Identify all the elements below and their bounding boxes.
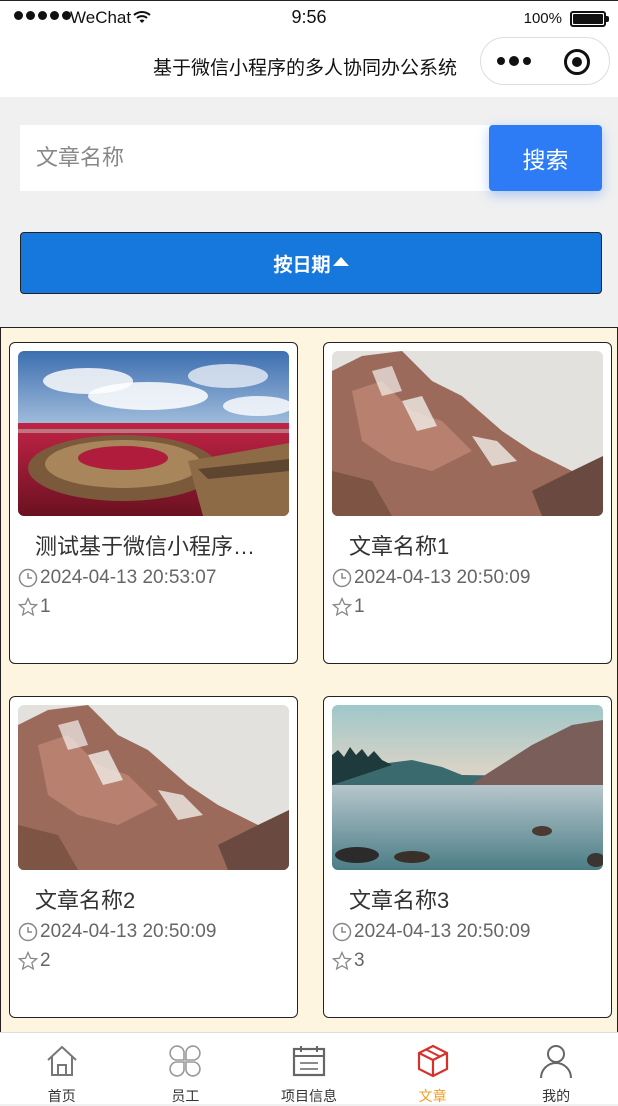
sort-up-arrow-icon: [332, 256, 349, 266]
article-date-text: 2024-04-13 20:50:09: [354, 921, 531, 942]
battery-percent: 100%: [523, 10, 562, 27]
tab-label: 员工: [171, 1088, 200, 1104]
sort-label: 按日期: [273, 254, 331, 276]
tab-label: 项目信息: [280, 1088, 337, 1104]
star-icon: [18, 951, 38, 971]
tab-label: 我的: [542, 1088, 571, 1104]
clock-icon: [18, 922, 38, 942]
clock-icon: [332, 922, 352, 942]
star-icon: [332, 951, 352, 971]
clock-icon: [18, 568, 38, 588]
article-date: 2024-04-13 20:50:09: [18, 921, 216, 943]
article-date-text: 2024-04-13 20:53:07: [40, 567, 217, 588]
article-favorites: 3: [332, 950, 365, 972]
star-icon: [18, 597, 38, 617]
favorites-count: 3: [354, 950, 365, 971]
article-title: 文章名称1: [349, 534, 450, 559]
favorites-count: 1: [354, 596, 365, 617]
article-image-mountain-lake: [332, 705, 603, 870]
article-image-red-beach: [18, 351, 289, 516]
search-button[interactable]: 搜索: [489, 125, 602, 191]
article-image-rocky-mountain: [18, 705, 289, 870]
article-title: 测试基于微信小程序的多人协同办公系统: [35, 534, 275, 559]
article-date: 2024-04-13 20:50:09: [332, 921, 530, 943]
tab-bar: 首页 员工 项目信息 文章 我的: [0, 1032, 618, 1104]
article-card[interactable]: 文章名称3 2024-04-13 20:50:09 3: [323, 696, 612, 1018]
calendar-icon: [292, 1046, 326, 1077]
tab-label: 首页: [47, 1088, 76, 1104]
article-title: 文章名称2: [35, 888, 136, 913]
article-date-text: 2024-04-13 20:50:09: [40, 921, 217, 942]
article-date-text: 2024-04-13 20:50:09: [354, 567, 531, 588]
article-card[interactable]: 文章名称1 2024-04-13 20:50:09 1: [323, 342, 612, 664]
article-card[interactable]: 测试基于微信小程序的多人协同办公系统 2024-04-13 20:53:07 1: [9, 342, 298, 664]
article-favorites: 1: [18, 596, 51, 618]
article-date: 2024-04-13 20:53:07: [18, 567, 216, 589]
nav-bar: 基于微信小程序的多人协同办公系统: [0, 36, 618, 97]
tab-projects[interactable]: 项目信息: [247, 1033, 371, 1104]
star-icon: [332, 597, 352, 617]
sort-by-date-button[interactable]: 按日期: [20, 232, 602, 294]
article-date: 2024-04-13 20:50:09: [332, 567, 530, 589]
tab-staff[interactable]: 员工: [124, 1033, 248, 1104]
tab-profile[interactable]: 我的: [494, 1033, 618, 1104]
tab-articles[interactable]: 文章: [371, 1033, 495, 1104]
tab-home[interactable]: 首页: [0, 1033, 124, 1104]
home-icon: [47, 1045, 77, 1076]
tab-label: 文章: [418, 1088, 447, 1104]
mini-program-capsule: [480, 37, 610, 85]
article-image-rocky-mountain: [332, 351, 603, 516]
search-input[interactable]: [20, 125, 490, 191]
more-icon[interactable]: [497, 56, 531, 66]
article-favorites: 2: [18, 950, 51, 972]
status-bar: WeChat 9:56 100%: [0, 0, 618, 36]
battery-icon: [570, 11, 609, 27]
article-card[interactable]: 文章名称2 2024-04-13 20:50:09 2: [9, 696, 298, 1018]
favorites-count: 1: [40, 596, 51, 617]
clock-icon: [332, 568, 352, 588]
close-target-icon[interactable]: [564, 49, 590, 75]
grid-icon: [169, 1045, 202, 1077]
article-title: 文章名称3: [349, 888, 450, 913]
favorites-count: 2: [40, 950, 51, 971]
article-list: 测试基于微信小程序的多人协同办公系统 2024-04-13 20:53:07 1…: [0, 327, 618, 1032]
search-bar: 搜索: [20, 125, 602, 191]
article-favorites: 1: [332, 596, 365, 618]
cube-icon: [417, 1044, 448, 1078]
user-icon: [540, 1045, 573, 1079]
